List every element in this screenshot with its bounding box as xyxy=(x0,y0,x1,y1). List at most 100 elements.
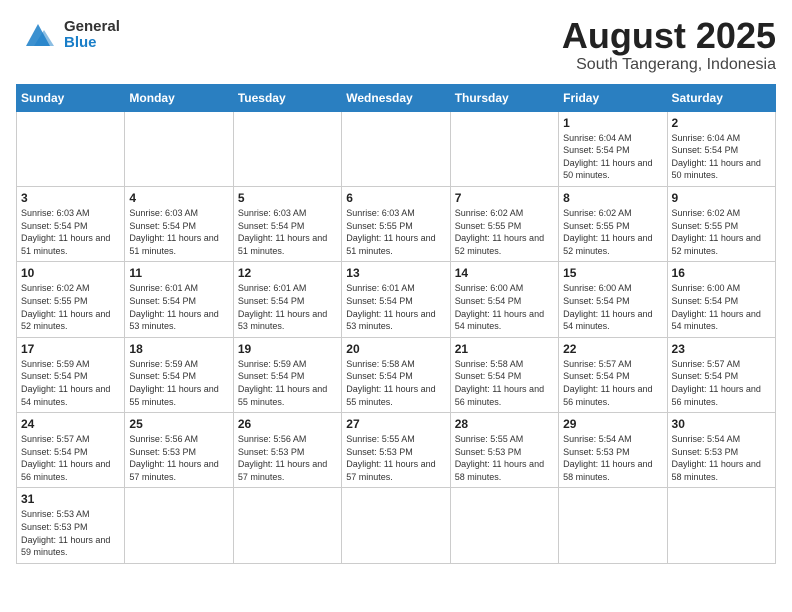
table-row: 24 Sunrise: 5:57 AM Sunset: 5:54 PM Dayli… xyxy=(17,413,125,488)
day-info: Sunrise: 5:56 AM Sunset: 5:53 PM Dayligh… xyxy=(129,433,228,483)
day-info: Sunrise: 6:00 AM Sunset: 5:54 PM Dayligh… xyxy=(672,282,771,332)
calendar-week-row: 10Sunrise: 6:02 AM Sunset: 5:55 PM Dayli… xyxy=(17,262,776,337)
table-row: 18Sunrise: 5:59 AM Sunset: 5:54 PM Dayli… xyxy=(125,337,233,412)
calendar-week-row: 1 Sunrise: 6:04 AM Sunset: 5:54 PM Daylig… xyxy=(17,111,776,186)
calendar-week-row: 31Sunrise: 5:53 AM Sunset: 5:53 PM Dayli… xyxy=(17,488,776,563)
header: General Blue August 2025 South Tangerang… xyxy=(16,16,776,74)
day-number: 4 xyxy=(129,191,228,205)
day-info: Sunrise: 5:54 AM Sunset: 5:53 PM Dayligh… xyxy=(563,433,662,483)
logo-label: General Blue xyxy=(64,19,120,52)
day-number: 5 xyxy=(238,191,337,205)
day-info: Sunrise: 6:01 AM Sunset: 5:54 PM Dayligh… xyxy=(238,282,337,332)
table-row: 3Sunrise: 6:03 AM Sunset: 5:54 PM Daylig… xyxy=(17,186,125,261)
table-row: 31Sunrise: 5:53 AM Sunset: 5:53 PM Dayli… xyxy=(17,488,125,563)
table-row: 19Sunrise: 5:59 AM Sunset: 5:54 PM Dayli… xyxy=(233,337,341,412)
table-row: 30 Sunrise: 5:54 AM Sunset: 5:53 PM Dayli… xyxy=(667,413,775,488)
day-number: 23 xyxy=(672,342,771,356)
table-row: 20 Sunrise: 5:58 AM Sunset: 5:54 PM Dayli… xyxy=(342,337,450,412)
day-number: 1 xyxy=(563,116,662,130)
day-info: Sunrise: 5:59 AM Sunset: 5:54 PM Dayligh… xyxy=(129,358,228,408)
day-number: 6 xyxy=(346,191,445,205)
day-number: 21 xyxy=(455,342,554,356)
table-row: 9 Sunrise: 6:02 AM Sunset: 5:55 PM Daylig… xyxy=(667,186,775,261)
table-row: 8Sunrise: 6:02 AM Sunset: 5:55 PM Daylig… xyxy=(559,186,667,261)
table-row xyxy=(233,111,341,186)
table-row xyxy=(125,488,233,563)
day-info: Sunrise: 5:58 AM Sunset: 5:54 PM Dayligh… xyxy=(346,358,445,408)
col-sunday: Sunday xyxy=(17,84,125,111)
table-row: 15 Sunrise: 6:00 AM Sunset: 5:54 PM Dayli… xyxy=(559,262,667,337)
table-row xyxy=(233,488,341,563)
table-row: 12 Sunrise: 6:01 AM Sunset: 5:54 PM Dayli… xyxy=(233,262,341,337)
day-info: Sunrise: 5:58 AM Sunset: 5:54 PM Dayligh… xyxy=(455,358,554,408)
day-info: Sunrise: 6:04 AM Sunset: 5:54 PM Dayligh… xyxy=(672,132,771,182)
day-number: 8 xyxy=(563,191,662,205)
table-row: 11Sunrise: 6:01 AM Sunset: 5:54 PM Dayli… xyxy=(125,262,233,337)
day-number: 12 xyxy=(238,266,337,280)
day-info: Sunrise: 5:55 AM Sunset: 5:53 PM Dayligh… xyxy=(346,433,445,483)
calendar-week-row: 24 Sunrise: 5:57 AM Sunset: 5:54 PM Dayli… xyxy=(17,413,776,488)
col-monday: Monday xyxy=(125,84,233,111)
day-number: 15 xyxy=(563,266,662,280)
day-number: 27 xyxy=(346,417,445,431)
day-number: 20 xyxy=(346,342,445,356)
table-row: 7 Sunrise: 6:02 AM Sunset: 5:55 PM Daylig… xyxy=(450,186,558,261)
day-number: 30 xyxy=(672,417,771,431)
table-row: 26Sunrise: 5:56 AM Sunset: 5:53 PM Dayli… xyxy=(233,413,341,488)
title-area: August 2025 South Tangerang, Indonesia xyxy=(562,16,776,74)
col-saturday: Saturday xyxy=(667,84,775,111)
table-row: 17 Sunrise: 5:59 AM Sunset: 5:54 PM Dayli… xyxy=(17,337,125,412)
day-info: Sunrise: 5:56 AM Sunset: 5:53 PM Dayligh… xyxy=(238,433,337,483)
table-row: 14 Sunrise: 6:00 AM Sunset: 5:54 PM Dayli… xyxy=(450,262,558,337)
day-info: Sunrise: 5:59 AM Sunset: 5:54 PM Dayligh… xyxy=(21,358,120,408)
day-info: Sunrise: 5:54 AM Sunset: 5:53 PM Dayligh… xyxy=(672,433,771,483)
day-info: Sunrise: 6:03 AM Sunset: 5:54 PM Dayligh… xyxy=(129,207,228,257)
col-wednesday: Wednesday xyxy=(342,84,450,111)
day-info: Sunrise: 5:57 AM Sunset: 5:54 PM Dayligh… xyxy=(672,358,771,408)
day-info: Sunrise: 5:59 AM Sunset: 5:54 PM Dayligh… xyxy=(238,358,337,408)
col-friday: Friday xyxy=(559,84,667,111)
table-row: 13 Sunrise: 6:01 AM Sunset: 5:54 PM Dayli… xyxy=(342,262,450,337)
table-row: 5 Sunrise: 6:03 AM Sunset: 5:54 PM Daylig… xyxy=(233,186,341,261)
day-number: 14 xyxy=(455,266,554,280)
logo-blue-text: Blue xyxy=(64,35,120,52)
day-info: Sunrise: 6:01 AM Sunset: 5:54 PM Dayligh… xyxy=(129,282,228,332)
day-number: 16 xyxy=(672,266,771,280)
calendar-table: Sunday Monday Tuesday Wednesday Thursday… xyxy=(16,84,776,564)
day-number: 9 xyxy=(672,191,771,205)
day-info: Sunrise: 6:01 AM Sunset: 5:54 PM Dayligh… xyxy=(346,282,445,332)
day-number: 22 xyxy=(563,342,662,356)
month-title: August 2025 xyxy=(562,16,776,56)
day-number: 24 xyxy=(21,417,120,431)
calendar-header-row: Sunday Monday Tuesday Wednesday Thursday… xyxy=(17,84,776,111)
day-info: Sunrise: 6:02 AM Sunset: 5:55 PM Dayligh… xyxy=(455,207,554,257)
col-tuesday: Tuesday xyxy=(233,84,341,111)
table-row: 4 Sunrise: 6:03 AM Sunset: 5:54 PM Daylig… xyxy=(125,186,233,261)
table-row xyxy=(342,488,450,563)
day-number: 7 xyxy=(455,191,554,205)
day-info: Sunrise: 6:00 AM Sunset: 5:54 PM Dayligh… xyxy=(563,282,662,332)
day-info: Sunrise: 5:57 AM Sunset: 5:54 PM Dayligh… xyxy=(563,358,662,408)
day-info: Sunrise: 6:03 AM Sunset: 5:55 PM Dayligh… xyxy=(346,207,445,257)
calendar-week-row: 17 Sunrise: 5:59 AM Sunset: 5:54 PM Dayli… xyxy=(17,337,776,412)
table-row: 2Sunrise: 6:04 AM Sunset: 5:54 PM Daylig… xyxy=(667,111,775,186)
day-info: Sunrise: 6:04 AM Sunset: 5:54 PM Dayligh… xyxy=(563,132,662,182)
table-row: 27 Sunrise: 5:55 AM Sunset: 5:53 PM Dayli… xyxy=(342,413,450,488)
day-info: Sunrise: 6:00 AM Sunset: 5:54 PM Dayligh… xyxy=(455,282,554,332)
day-number: 25 xyxy=(129,417,228,431)
day-number: 17 xyxy=(21,342,120,356)
logo: General Blue xyxy=(16,16,120,54)
table-row xyxy=(17,111,125,186)
day-number: 28 xyxy=(455,417,554,431)
table-row xyxy=(450,488,558,563)
table-row xyxy=(559,488,667,563)
table-row xyxy=(667,488,775,563)
day-info: Sunrise: 6:03 AM Sunset: 5:54 PM Dayligh… xyxy=(21,207,120,257)
day-info: Sunrise: 5:57 AM Sunset: 5:54 PM Dayligh… xyxy=(21,433,120,483)
day-info: Sunrise: 6:02 AM Sunset: 5:55 PM Dayligh… xyxy=(21,282,120,332)
table-row xyxy=(125,111,233,186)
table-row xyxy=(450,111,558,186)
day-info: Sunrise: 6:03 AM Sunset: 5:54 PM Dayligh… xyxy=(238,207,337,257)
day-info: Sunrise: 6:02 AM Sunset: 5:55 PM Dayligh… xyxy=(672,207,771,257)
day-number: 13 xyxy=(346,266,445,280)
